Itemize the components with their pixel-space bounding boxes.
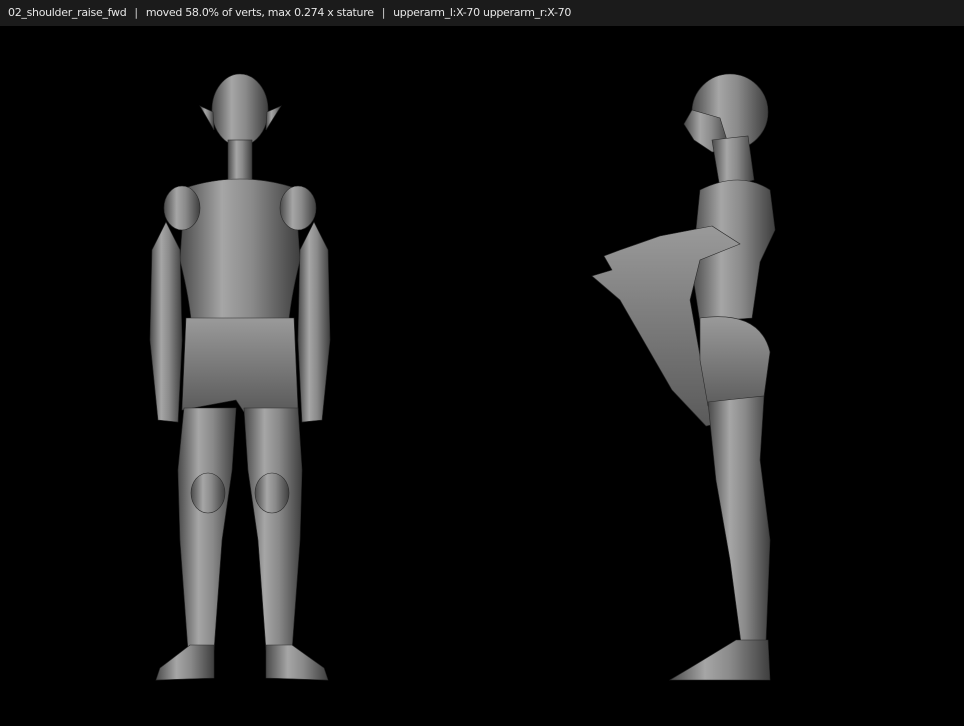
bone-rotations-label: upperarm_l:X-70 upperarm_r:X-70 <box>393 6 572 19</box>
viewport: 02_shoulder_raise_fwd | moved 58.0% of ver… <box>0 0 964 726</box>
side-view-figure <box>591 73 776 681</box>
status-header: 02_shoulder_raise_fwd | moved 58.0% of ver… <box>0 0 964 26</box>
moved-stats-label: moved 58.0% of verts, max 0.274 x statur… <box>145 6 374 19</box>
separator: | <box>381 6 386 19</box>
render-canvas <box>149 73 776 681</box>
pose-name-label: 02_shoulder_raise_fwd <box>8 6 127 19</box>
separator: | <box>134 6 138 19</box>
front-view-figure <box>149 73 331 681</box>
